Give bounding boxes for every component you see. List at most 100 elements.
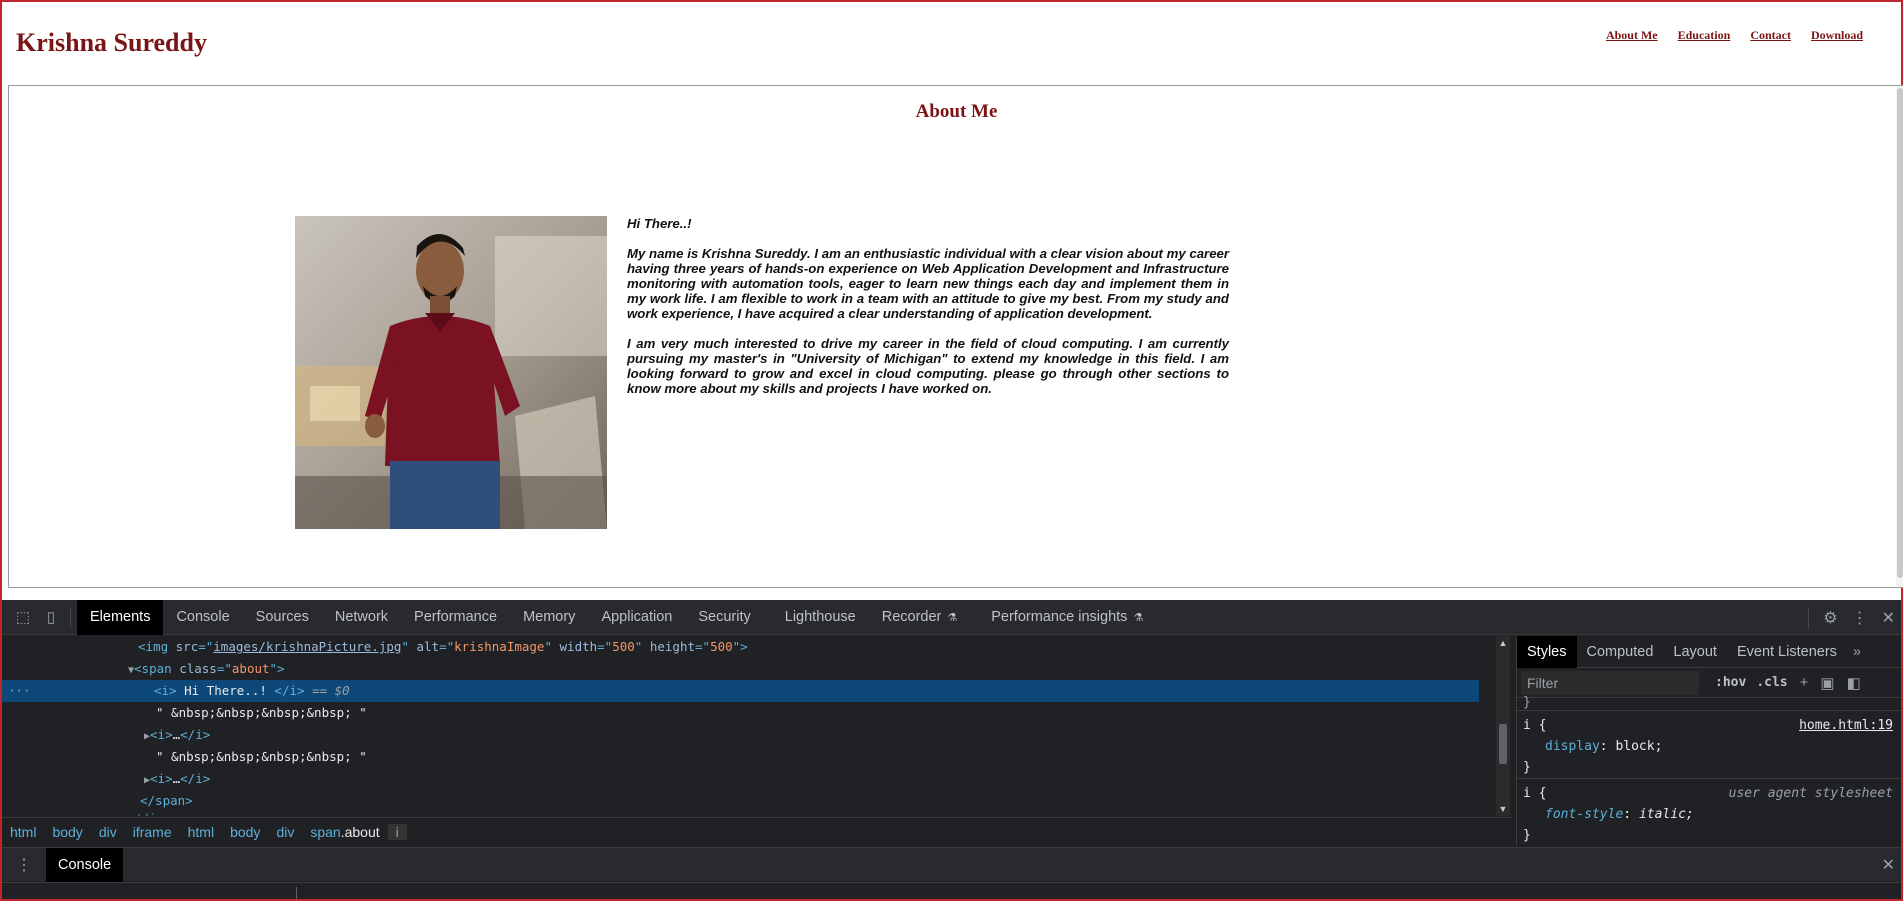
span-class-value: about	[231, 661, 270, 676]
collapsed-ellipsis: …	[172, 771, 181, 786]
device-toolbar-icon[interactable]: ▯	[38, 604, 64, 630]
breadcrumb-item[interactable]: body	[44, 824, 90, 840]
breadcrumb-item[interactable]: body	[222, 824, 268, 840]
devtools-right-controls: ⚙ ⋮ ✕	[1808, 600, 1895, 635]
nav-link-download[interactable]: Download	[1811, 28, 1863, 43]
tab-performance[interactable]: Performance	[401, 600, 510, 635]
page-viewport: Krishna Sureddy About Me Education Conta…	[0, 0, 1903, 600]
breadcrumb: html body div iframe html body div span.…	[2, 817, 1512, 846]
breadcrumb-item-current[interactable]: i	[387, 824, 407, 840]
tab-sources[interactable]: Sources	[243, 600, 322, 635]
selected-node-text: Hi There..!	[176, 683, 275, 698]
tab-lighthouse[interactable]: Lighthouse	[772, 600, 869, 635]
hov-toggle-button[interactable]: :hov	[1715, 675, 1746, 690]
selected-node-marker: == $0	[312, 683, 350, 698]
breadcrumb-item[interactable]: html	[180, 824, 222, 840]
console-input[interactable]	[2, 882, 1901, 899]
toolbar-divider	[1808, 607, 1810, 628]
iframe-scrollbar[interactable]	[1896, 86, 1903, 587]
settings-gear-icon[interactable]: ⚙	[1823, 608, 1837, 628]
about-paragraph-2: I am very much interested to drive my ca…	[627, 336, 1229, 396]
site-nav: About Me Education Contact Download	[1606, 28, 1863, 43]
nav-link-education[interactable]: Education	[1678, 28, 1731, 43]
styles-filter-bar: :hov .cls + ▣ ◧	[1517, 668, 1901, 698]
tab-console[interactable]: Console	[163, 600, 242, 635]
scroll-thumb[interactable]	[1499, 724, 1507, 764]
dom-node-span[interactable]: ▼<span class="about">	[2, 658, 1479, 680]
console-drawer: ⋮ Console ✕	[2, 847, 1901, 882]
tab-application[interactable]: Application	[588, 600, 685, 635]
paint-brush-icon[interactable]: ▣	[1820, 674, 1834, 692]
rule-value[interactable]: block;	[1615, 739, 1662, 754]
tab-security[interactable]: Security	[685, 600, 763, 635]
styles-filter-input[interactable]	[1521, 670, 1699, 695]
breadcrumb-item[interactable]: div	[91, 824, 125, 840]
nav-link-contact[interactable]: Contact	[1750, 28, 1791, 43]
close-drawer-icon[interactable]: ✕	[1882, 855, 1895, 875]
scroll-up-icon[interactable]: ▲	[1498, 638, 1508, 648]
cls-toggle-button[interactable]: .cls	[1756, 675, 1787, 690]
experiment-flask-icon: ⚗	[1133, 611, 1144, 624]
about-text: Hi There..! My name is Krishna Sureddy. …	[627, 216, 1229, 411]
dom-text-node[interactable]: " &nbsp;&nbsp;&nbsp;&nbsp; "	[2, 702, 1479, 724]
tab-memory[interactable]: Memory	[510, 600, 588, 635]
breadcrumb-span-class: .about	[340, 824, 380, 840]
breadcrumb-span-tag: span	[310, 824, 341, 840]
img-width-value: 500	[612, 639, 635, 654]
css-rule: i { user agent stylesheet font-style: it…	[1517, 778, 1901, 846]
about-heading: About Me	[915, 101, 998, 122]
tab-computed[interactable]: Computed	[1577, 636, 1664, 668]
site-title: Krishna Sureddy	[16, 28, 207, 57]
more-options-icon[interactable]: ⋮	[1852, 608, 1868, 628]
tab-recorder-label: Recorder	[881, 608, 942, 625]
about-greeting: Hi There..!	[627, 216, 692, 231]
dom-node-img[interactable]: <img src="images/krishnaPicture.jpg" alt…	[2, 636, 1479, 658]
elements-scrollbar[interactable]: ▲ ▼	[1496, 636, 1510, 816]
breadcrumb-item[interactable]: iframe	[125, 824, 180, 840]
dom-text-node[interactable]: " &nbsp;&nbsp;&nbsp;&nbsp; "	[2, 746, 1479, 768]
tab-network[interactable]: Network	[322, 600, 401, 635]
node-ellipsis-icon[interactable]: ···	[8, 680, 31, 702]
tab-elements[interactable]: Elements	[77, 599, 164, 635]
tab-performance-insights[interactable]: Performance insights ⚗	[978, 600, 1156, 635]
new-rule-plus-icon[interactable]: +	[1800, 674, 1809, 691]
tab-recorder[interactable]: Recorder ⚗	[869, 600, 971, 635]
rule-value: italic;	[1638, 807, 1694, 822]
dom-node-i-collapsed[interactable]: ▶<i>…</i>	[2, 724, 1479, 746]
tab-layout[interactable]: Layout	[1663, 636, 1727, 668]
rule-close-brace: }	[1523, 828, 1531, 843]
inspect-element-icon[interactable]: ⬚	[10, 604, 36, 630]
rule-source-link[interactable]: home.html:19	[1799, 715, 1893, 736]
breadcrumb-item[interactable]: div	[268, 824, 302, 840]
drawer-menu-icon[interactable]: ⋮	[2, 855, 46, 875]
dom-node-i-selected[interactable]: ··· <i> Hi There..! </i> == $0	[2, 680, 1479, 702]
css-rule: i { home.html:19 display: block; }	[1517, 710, 1901, 778]
dom-node-i-collapsed[interactable]: ▶<i>…</i>	[2, 768, 1479, 790]
rule-overflow: }	[1523, 695, 1531, 710]
more-tabs-chevron-icon[interactable]: »	[1847, 644, 1867, 660]
devtools-tabbar: ⬚ ▯ Elements Console Sources Network Per…	[2, 599, 1901, 635]
experiment-flask-icon: ⚗	[947, 611, 958, 624]
breadcrumb-item[interactable]: html	[2, 824, 44, 840]
toolbar-divider	[70, 607, 71, 627]
rule-property[interactable]: display	[1523, 739, 1600, 754]
nav-link-about-me[interactable]: About Me	[1606, 28, 1658, 43]
collapsed-ellipsis: …	[172, 727, 181, 742]
img-height-value: 500	[710, 639, 733, 654]
breadcrumb-item-span[interactable]: span.about	[302, 824, 387, 840]
tab-performance-insights-label: Performance insights	[991, 608, 1128, 625]
dom-node-div-close[interactable]: </div>	[2, 808, 1479, 816]
close-devtools-icon[interactable]: ✕	[1882, 608, 1895, 628]
rule-close-brace: }	[1523, 760, 1531, 775]
content-iframe: About Me Hi There..! My name is Krishna …	[8, 85, 1903, 588]
profile-photo	[295, 216, 607, 529]
toggle-sidebar-icon[interactable]: ◧	[1847, 674, 1861, 692]
img-src-link[interactable]: images/krishnaPicture.jpg	[213, 639, 401, 654]
scroll-down-icon[interactable]: ▼	[1498, 804, 1508, 814]
drawer-tab-console[interactable]: Console	[46, 847, 124, 882]
img-alt-value: krishnaImage	[454, 639, 545, 654]
tab-event-listeners[interactable]: Event Listeners	[1727, 636, 1847, 668]
rule-source-label: user agent stylesheet	[1728, 786, 1893, 801]
styles-tabbar: Styles Computed Layout Event Listeners »	[1517, 635, 1901, 668]
tab-styles[interactable]: Styles	[1517, 635, 1577, 668]
